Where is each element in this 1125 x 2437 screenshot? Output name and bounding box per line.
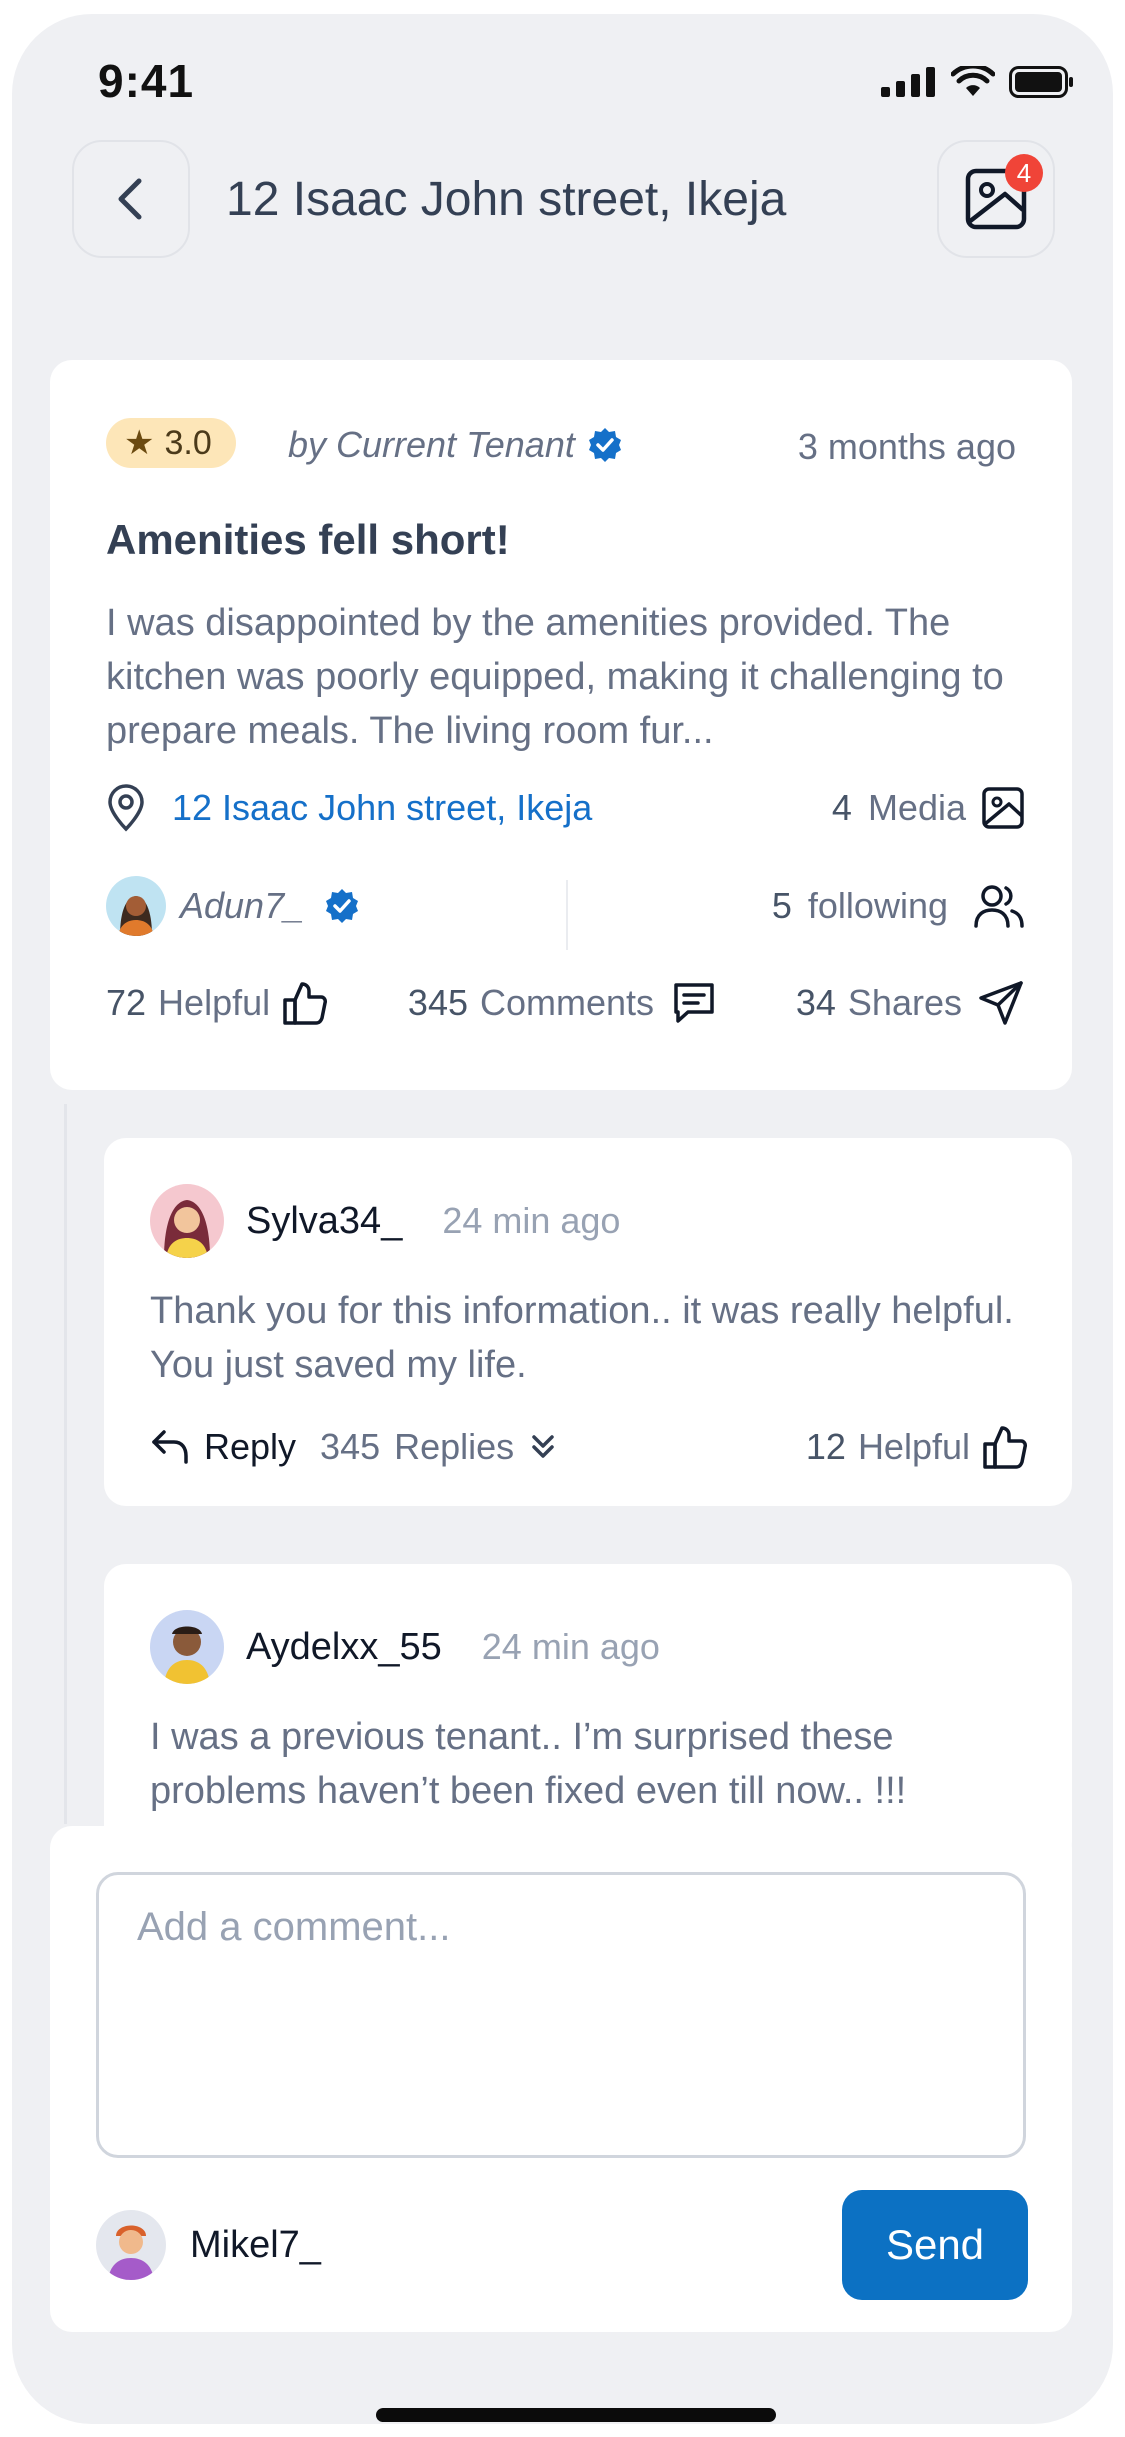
signal-icon <box>881 67 935 97</box>
author-name[interactable]: Adun7_ <box>180 885 304 927</box>
thumbs-up-icon <box>983 1426 1027 1469</box>
avatar <box>96 2210 166 2280</box>
thread-line <box>64 1104 67 1824</box>
comments-label: Comments <box>480 982 655 1023</box>
comment-username[interactable]: Sylva34_ <box>246 1200 402 1243</box>
current-user: Mikel7_ <box>96 2210 321 2280</box>
star-icon: ★ <box>124 424 155 462</box>
comment-time: 24 min ago <box>442 1200 621 1241</box>
author-row: Adun7_ 5 following <box>106 876 1024 936</box>
share-button[interactable]: 34 Shares <box>796 980 1024 1026</box>
page-title: 12 Isaac John street, Ikeja <box>226 173 787 226</box>
shares-label: Shares <box>847 982 962 1023</box>
comment-composer: Mikel7_ Send <box>50 1826 1072 2332</box>
comment-body: Thank you for this information.. it was … <box>150 1290 1014 1386</box>
location-text[interactable]: 12 Isaac John street, Ikeja <box>172 787 592 829</box>
view-replies-button[interactable]: 345 Replies <box>320 1426 558 1468</box>
following-link[interactable]: 5 following <box>772 884 1024 928</box>
comment-time: 24 min ago <box>481 1626 660 1667</box>
status-icons <box>881 66 1075 98</box>
comment-header: Aydelxx_55 24 min ago <box>150 1610 660 1684</box>
status-time: 9:41 <box>98 55 195 107</box>
following-label: following <box>807 885 948 926</box>
comment-card[interactable]: Sylva34_ 24 min ago Thank you for this i… <box>104 1138 1072 1506</box>
users-icon <box>974 885 1024 928</box>
avatar <box>106 876 166 936</box>
media-label: Media <box>867 787 966 828</box>
home-indicator[interactable] <box>376 2408 776 2422</box>
review-time: 3 months ago <box>797 426 1016 467</box>
chevron-left-icon <box>118 178 142 220</box>
location-link[interactable]: 12 Isaac John street, Ikeja <box>106 784 592 832</box>
media-count-badge: 4 <box>1005 154 1043 192</box>
replies-count: 345 <box>320 1426 381 1467</box>
comment-card[interactable]: Aydelxx_55 24 min ago I was a previous t… <box>104 1564 1072 1864</box>
media-link[interactable]: 4 Media <box>832 787 1024 829</box>
divider <box>566 880 568 950</box>
phone-screen: 9:41 12 Isaac John street, Ikeja 4 ★ 3.0… <box>12 14 1113 2424</box>
back-button[interactable] <box>72 140 190 258</box>
review-byline: by Current Tenant <box>288 424 623 466</box>
comment-helpful-button[interactable]: 12 Helpful <box>806 1424 1028 1470</box>
shares-count: 34 <box>795 982 836 1023</box>
thumbs-up-icon <box>283 982 328 1025</box>
wifi-icon <box>951 66 995 96</box>
location-pin-icon <box>108 784 144 832</box>
helpful-label: Helpful <box>158 982 271 1023</box>
helpful-count: 72 <box>106 982 147 1023</box>
reply-button[interactable]: Reply <box>150 1426 296 1468</box>
following-count: 5 <box>771 885 792 926</box>
reply-label: Reply <box>204 1426 297 1467</box>
comment-header: Sylva34_ 24 min ago <box>150 1184 620 1258</box>
replies-label: Replies <box>394 1426 515 1467</box>
battery-icon <box>1009 66 1073 98</box>
send-icon <box>979 981 1023 1025</box>
rating-value: 3.0 <box>164 423 212 462</box>
helpful-label: Helpful <box>857 1426 970 1467</box>
verified-icon <box>588 428 621 462</box>
byline-text: by Current Tenant <box>288 424 575 465</box>
comment-actions: Reply 345 Replies 12 Helpful <box>150 1424 1028 1470</box>
chevrons-down-icon <box>532 1435 554 1458</box>
comment-icon <box>674 983 714 1023</box>
avatar[interactable] <box>150 1184 224 1258</box>
comments-button[interactable]: 345 Comments <box>408 982 716 1024</box>
review-card[interactable]: ★ 3.0 by Current Tenant 3 months ago Ame… <box>50 360 1072 1090</box>
comments-count: 345 <box>407 982 468 1023</box>
helpful-button[interactable]: 72 Helpful <box>106 980 328 1026</box>
avatar[interactable] <box>150 1610 224 1684</box>
author-link[interactable]: Adun7_ <box>106 876 360 936</box>
location-row: 12 Isaac John street, Ikeja 4 Media <box>106 784 1024 832</box>
review-stats: 72 Helpful 345 Comments 34 Shares <box>106 980 1024 1026</box>
comment-body: I was a previous tenant.. I’m surprised … <box>150 1716 907 1812</box>
current-username: Mikel7_ <box>190 2223 321 2266</box>
comment-username[interactable]: Aydelxx_55 <box>246 1626 442 1669</box>
reply-icon <box>152 1430 188 1464</box>
comment-input[interactable] <box>96 1872 1026 2158</box>
media-count: 4 <box>831 787 852 828</box>
rating-badge: ★ 3.0 <box>106 418 236 468</box>
review-title: Amenities fell short! <box>106 516 510 563</box>
comment-actions-left: Reply 345 Replies <box>150 1426 558 1468</box>
gallery-button[interactable]: 4 <box>937 140 1055 258</box>
image-icon <box>982 787 1024 829</box>
helpful-count: 12 <box>805 1426 846 1467</box>
send-button[interactable]: Send <box>842 2190 1028 2300</box>
review-body[interactable]: I was disappointed by the amenities prov… <box>106 596 1026 758</box>
verified-icon <box>326 889 359 923</box>
